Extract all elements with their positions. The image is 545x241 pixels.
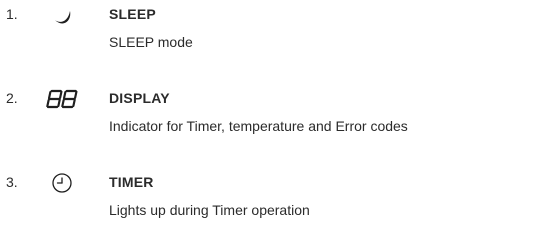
item-title: DISPLAY xyxy=(109,90,170,106)
item-description: Indicator for Timer, temperature and Err… xyxy=(109,118,408,134)
list-item-display: 2. DISPLAY Indicator for Timer, temperat… xyxy=(0,84,545,154)
item-number: 3. xyxy=(6,174,18,190)
item-title: TIMER xyxy=(109,174,154,190)
item-number: 2. xyxy=(6,90,18,106)
item-description: Lights up during Timer operation xyxy=(109,202,310,218)
list-item-timer: 3. TIMER Lights up during Timer operatio… xyxy=(0,168,545,238)
item-title: SLEEP xyxy=(109,6,156,22)
segment-display-icon xyxy=(44,86,80,112)
item-number: 1. xyxy=(6,6,18,22)
item-description: SLEEP mode xyxy=(109,34,193,50)
list-item-sleep: 1. SLEEP SLEEP mode xyxy=(0,0,545,70)
clock-icon xyxy=(44,170,80,196)
moon-icon xyxy=(44,2,80,28)
